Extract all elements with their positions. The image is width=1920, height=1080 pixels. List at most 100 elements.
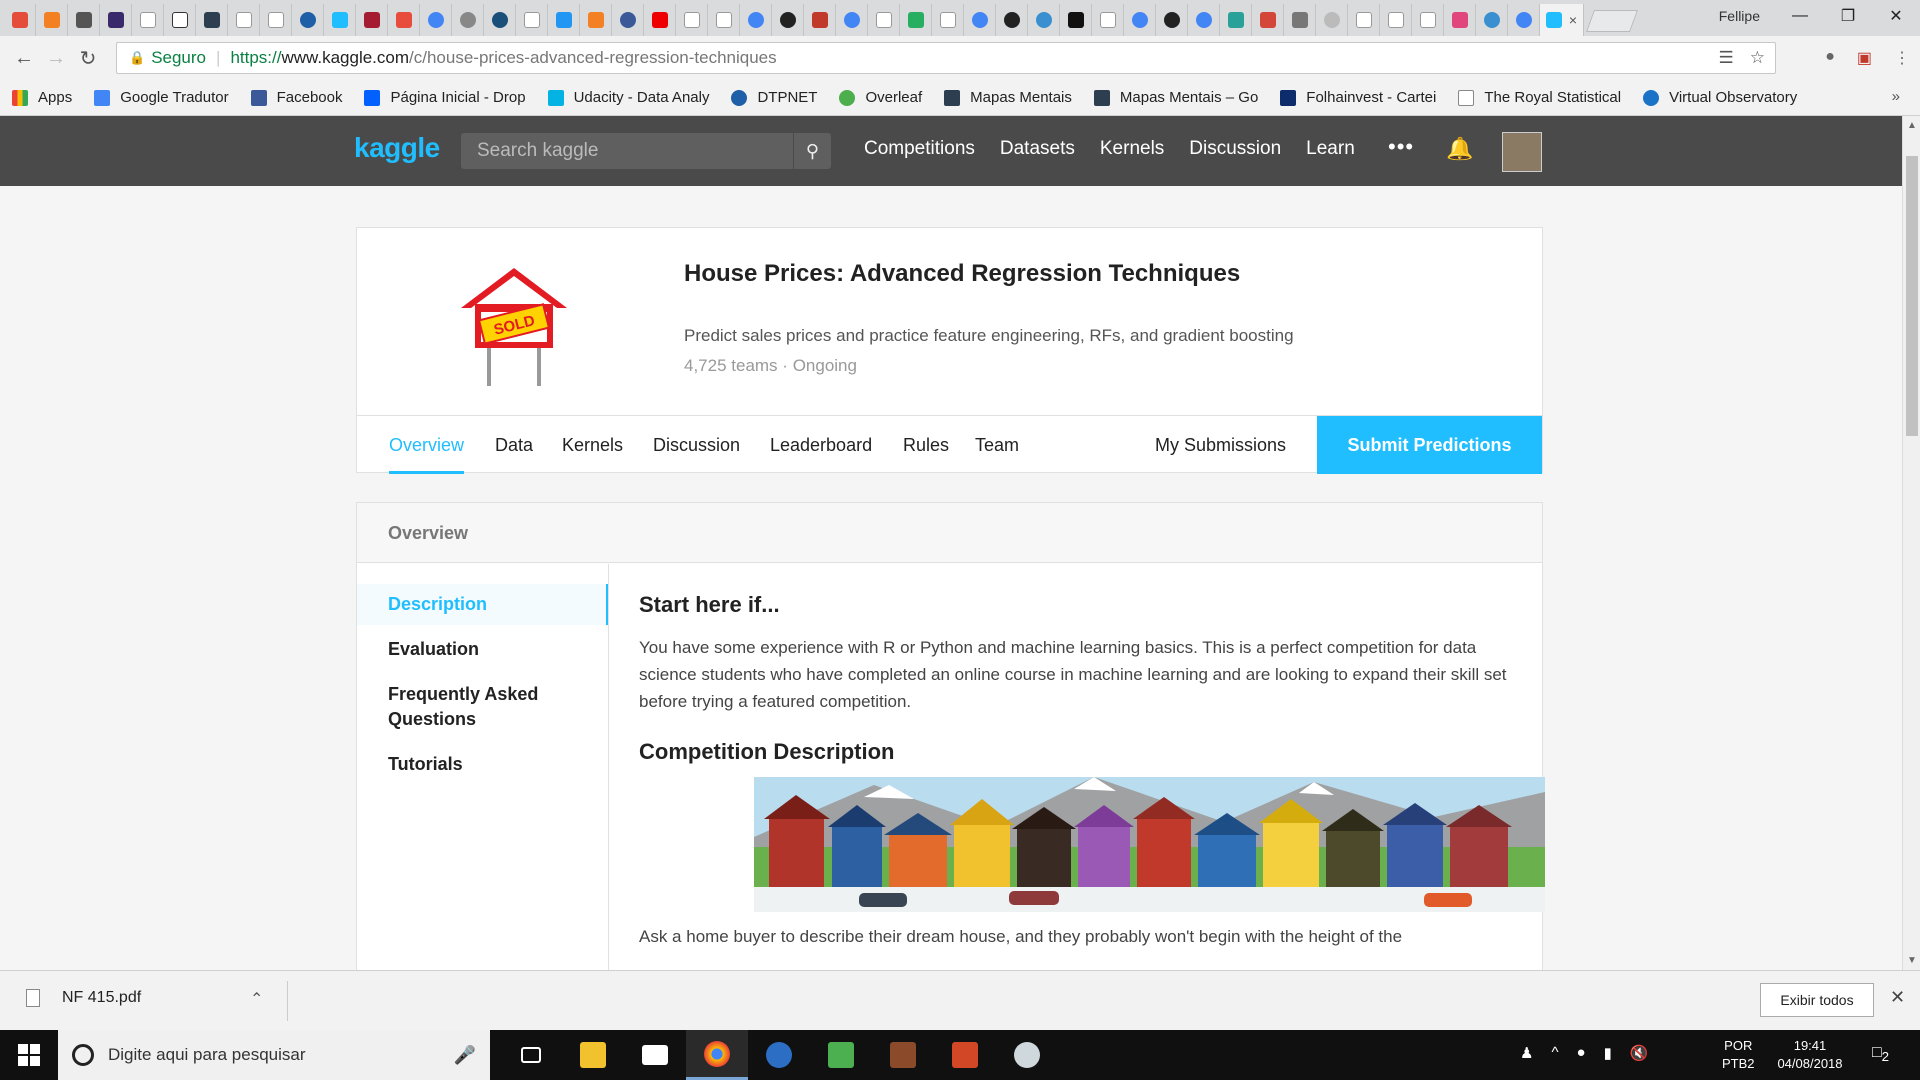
tab[interactable] [1156, 4, 1188, 36]
scroll-down-icon[interactable]: ▼ [1907, 955, 1917, 966]
tab[interactable] [68, 4, 100, 36]
forward-icon[interactable]: → [40, 47, 72, 70]
tab[interactable] [548, 4, 580, 36]
system-clock[interactable]: 19:41 04/08/2018 [1770, 1037, 1850, 1073]
close-tab-icon[interactable]: × [1569, 12, 1577, 28]
more-bookmarks-icon[interactable]: » [1892, 88, 1900, 105]
tab[interactable] [1028, 4, 1060, 36]
scroll-up-icon[interactable]: ▲ [1907, 120, 1917, 131]
tab[interactable] [708, 4, 740, 36]
tab[interactable] [868, 4, 900, 36]
tab[interactable] [1060, 4, 1092, 36]
tab[interactable] [740, 4, 772, 36]
close-download-bar-icon[interactable]: ✕ [1890, 987, 1905, 1008]
tab[interactable] [484, 4, 516, 36]
back-icon[interactable]: ← [8, 47, 40, 70]
bookmark-item[interactable]: DTPNET [731, 89, 817, 106]
bookmark-item[interactable]: Página Inicial - Drop [364, 89, 526, 106]
tab[interactable] [1412, 4, 1444, 36]
bookmark-item[interactable]: Facebook [250, 89, 342, 106]
tab[interactable] [516, 4, 548, 36]
tray-app-icon[interactable]: ● [1577, 1044, 1586, 1062]
bookmark-apps[interactable]: Apps [12, 89, 72, 106]
reload-icon[interactable]: ↻ [72, 46, 104, 71]
tab[interactable] [36, 4, 68, 36]
address-bar[interactable]: 🔒 Seguro | https://www.kaggle.com/c/hous… [116, 42, 1776, 74]
tab[interactable] [356, 4, 388, 36]
tab-team[interactable]: Team [975, 416, 1019, 474]
r-app-icon[interactable] [748, 1030, 810, 1080]
paint-icon[interactable] [996, 1030, 1058, 1080]
nav-competitions[interactable]: Competitions [864, 138, 975, 160]
tab[interactable] [1380, 4, 1412, 36]
tray-expand-icon[interactable]: ^ [1551, 1044, 1558, 1062]
bookmark-item[interactable]: Google Tradutor [94, 89, 229, 106]
microphone-icon[interactable]: 🎤 [454, 1045, 476, 1066]
tab[interactable] [964, 4, 996, 36]
nav-datasets[interactable]: Datasets [1000, 138, 1075, 160]
bookmark-star-icon[interactable]: ☆ [1750, 48, 1765, 68]
tab-data[interactable]: Data [495, 416, 533, 474]
tab[interactable] [676, 4, 708, 36]
search-icon[interactable]: ⚲ [793, 133, 831, 169]
people-icon[interactable]: ♟ [1520, 1044, 1533, 1062]
scrollbar-thumb[interactable] [1906, 156, 1918, 436]
bookmark-item[interactable]: Mapas Mentais – Go [1093, 89, 1258, 106]
tab[interactable] [996, 4, 1028, 36]
taskbar-search[interactable]: Digite aqui para pesquisar 🎤 [58, 1030, 490, 1080]
submit-predictions-button[interactable]: Submit Predictions [1317, 416, 1542, 474]
chevron-up-icon[interactable]: ⌃ [250, 989, 263, 1009]
tab[interactable] [772, 4, 804, 36]
tab-leaderboard[interactable]: Leaderboard [770, 416, 872, 474]
tab[interactable] [260, 4, 292, 36]
task-view-icon[interactable] [500, 1030, 562, 1080]
battery-icon[interactable]: ▮ [1604, 1044, 1612, 1062]
tab-overview[interactable]: Overview [389, 416, 465, 474]
more-menu-icon[interactable]: ••• [1388, 134, 1414, 160]
tab[interactable] [164, 4, 196, 36]
profile-name[interactable]: Fellipe [1719, 8, 1760, 24]
sidenav-faq[interactable]: Frequently Asked Questions [357, 674, 557, 740]
bookmark-item[interactable]: Virtual Observatory [1643, 89, 1797, 106]
team-count[interactable]: 4,725 teams [684, 356, 778, 375]
bookmark-item[interactable]: The Royal Statistical [1458, 89, 1621, 106]
new-tab-button[interactable] [1585, 10, 1639, 32]
tab[interactable] [1476, 4, 1508, 36]
tab[interactable] [1444, 4, 1476, 36]
input-language[interactable]: POR PTB2 [1722, 1037, 1755, 1073]
file-explorer-icon[interactable] [562, 1030, 624, 1080]
tab[interactable] [1284, 4, 1316, 36]
tab[interactable] [100, 4, 132, 36]
user-avatar[interactable] [1502, 132, 1542, 172]
archive-app-icon[interactable] [872, 1030, 934, 1080]
notifications-bell-icon[interactable]: 🔔 [1446, 136, 1473, 162]
tab[interactable] [292, 4, 324, 36]
notifications-icon[interactable]: □2 [1872, 1044, 1889, 1064]
minimize-icon[interactable]: — [1776, 0, 1824, 32]
chrome-icon[interactable] [686, 1030, 748, 1080]
tab[interactable] [324, 4, 356, 36]
restore-icon[interactable]: ❐ [1824, 0, 1872, 32]
tab[interactable] [804, 4, 836, 36]
tab[interactable] [452, 4, 484, 36]
tab[interactable] [836, 4, 868, 36]
tab[interactable] [132, 4, 164, 36]
tab[interactable] [4, 4, 36, 36]
tab[interactable] [1508, 4, 1540, 36]
tab[interactable] [932, 4, 964, 36]
tab[interactable] [612, 4, 644, 36]
sidenav-description[interactable]: Description [357, 584, 608, 625]
mail-icon[interactable] [624, 1030, 686, 1080]
search-box[interactable]: Search kaggle ⚲ [461, 133, 831, 169]
tab[interactable] [228, 4, 260, 36]
spreadsheet-app-icon[interactable] [810, 1030, 872, 1080]
tab[interactable] [1252, 4, 1284, 36]
tab[interactable] [1092, 4, 1124, 36]
page-scrollbar[interactable]: ▲ ▼ [1902, 116, 1920, 970]
tab[interactable] [900, 4, 932, 36]
tab[interactable] [388, 4, 420, 36]
bookmark-item[interactable]: Folhainvest - Cartei [1280, 89, 1436, 106]
tab-discussion[interactable]: Discussion [653, 416, 740, 474]
my-submissions-link[interactable]: My Submissions [1155, 416, 1286, 474]
tab[interactable] [196, 4, 228, 36]
